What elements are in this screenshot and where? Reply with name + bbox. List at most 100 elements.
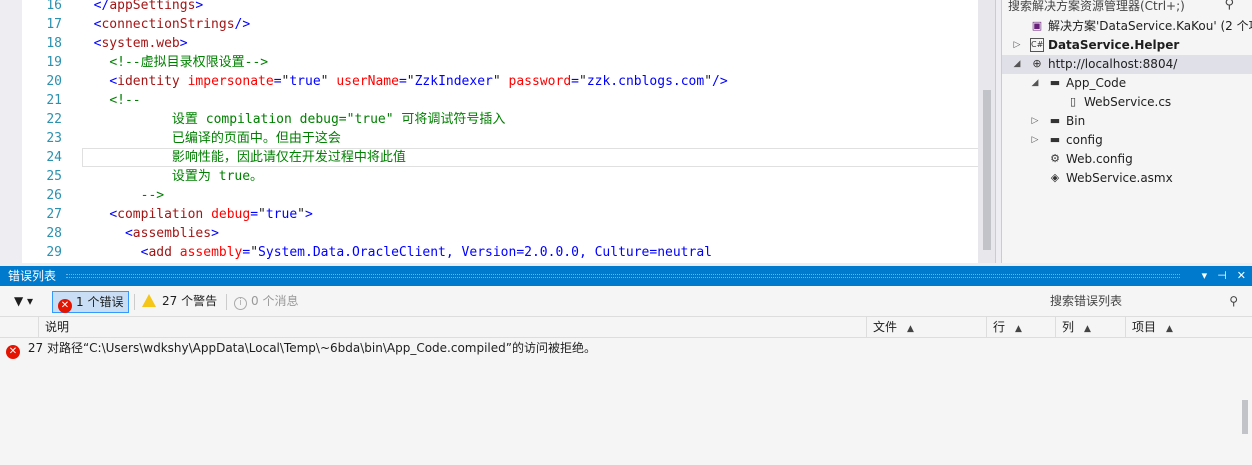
code-line[interactable]: 16 </appSettings> xyxy=(22,0,982,15)
tree-item[interactable]: ◈ WebService.asmx xyxy=(1002,169,1252,188)
line-number: 28 xyxy=(46,226,62,241)
line-number: 24 xyxy=(46,150,62,165)
solution-explorer: 搜索解决方案资源管理器(Ctrl+;) ⚲ ▣ 解决方案'DataService.… xyxy=(1001,0,1252,263)
code-line[interactable]: 24 影响性能，因此请仅在开发过程中将此值 xyxy=(22,148,982,167)
info-icon: i xyxy=(234,297,247,310)
code-line[interactable]: 25 设置为 true。 xyxy=(22,167,982,186)
search-icon[interactable]: ⚲ xyxy=(1229,291,1238,311)
config-file-icon: ⚙ xyxy=(1050,152,1060,165)
error-icon: ✕ xyxy=(6,345,20,359)
tree-item-label: WebService.asmx xyxy=(1066,171,1173,185)
code-editor[interactable]: 16 </appSettings> 17 <connectionStrings/>… xyxy=(0,0,996,263)
expand-arrow-icon[interactable]: ▷ xyxy=(1012,36,1022,55)
code-text: <add assembly="System.Data.OracleClient,… xyxy=(140,245,712,260)
filter-dropdown[interactable]: ▼ ▾ xyxy=(14,291,33,313)
tree-item-label: config xyxy=(1066,133,1103,147)
sort-arrow-icon: ▲ xyxy=(1166,324,1173,334)
line-number: 17 xyxy=(46,17,62,32)
warnings-count-label: 27 个警告 xyxy=(162,294,218,308)
line-number: 22 xyxy=(46,112,62,127)
solution-explorer-search[interactable]: 搜索解决方案资源管理器(Ctrl+;) ⚲ xyxy=(1002,0,1252,17)
sort-arrow-icon: ▲ xyxy=(1015,324,1022,334)
tree-item-label: Web.config xyxy=(1066,152,1133,166)
code-line[interactable]: 18 <system.web> xyxy=(22,34,982,53)
code-line[interactable]: 28 <assemblies> xyxy=(22,224,982,243)
code-text: 设置 compilation debug="true" 可将调试符号插入 xyxy=(78,112,506,127)
code-text: <!-- xyxy=(109,93,141,108)
tree-item[interactable]: ▷ C# DataService.Helper xyxy=(1002,36,1252,55)
messages-toggle-button[interactable]: i 0 个消息 xyxy=(234,291,298,313)
close-icon[interactable]: ✕ xyxy=(1237,266,1246,286)
warning-icon xyxy=(142,294,156,307)
editor-vertical-scrollbar[interactable] xyxy=(978,0,995,263)
column-header-project-label: 项目 xyxy=(1132,320,1157,334)
tree-item-label: DataService.Helper xyxy=(1048,38,1180,52)
editor-scroll-thumb[interactable] xyxy=(983,90,991,250)
window-position-icon[interactable]: ▾ xyxy=(1202,266,1208,286)
folder-icon: ▬ xyxy=(1049,133,1061,146)
error-list-search[interactable]: 搜索错误列表 ⚲ xyxy=(1048,291,1244,313)
tree-item[interactable]: ▷ ▬ config xyxy=(1002,131,1252,150)
search-icon[interactable]: ⚲ xyxy=(1224,0,1234,11)
code-text: 设置为 true。 xyxy=(78,169,264,184)
code-line[interactable]: 29 <add assembly="System.Data.OracleClie… xyxy=(22,243,982,262)
globe-icon: ⊕ xyxy=(1032,57,1042,70)
code-text: <compilation debug="true"> xyxy=(109,207,313,222)
code-line[interactable]: 26 --> xyxy=(22,186,982,205)
collapse-arrow-icon[interactable]: ◢ xyxy=(1030,74,1040,93)
line-number: 16 xyxy=(46,0,62,13)
error-list-title: 错误列表 xyxy=(8,269,57,283)
column-header-column-label: 列 xyxy=(1062,320,1075,334)
code-lines[interactable]: 16 </appSettings> 17 <connectionStrings/>… xyxy=(22,0,982,262)
collapse-arrow-icon[interactable]: ◢ xyxy=(1012,55,1022,74)
code-line[interactable]: 27 <compilation debug="true"> xyxy=(22,205,982,224)
column-header-file-label: 文件 xyxy=(873,320,898,334)
tree-item[interactable]: ▷ ▬ Bin xyxy=(1002,112,1252,131)
code-line[interactable]: 21 <!-- xyxy=(22,91,982,110)
column-header-column[interactable]: 列 ▲ xyxy=(1055,317,1125,338)
asmx-file-icon: ◈ xyxy=(1050,171,1060,184)
code-line[interactable]: 17 <connectionStrings/> xyxy=(22,15,982,34)
expand-arrow-icon[interactable]: ▷ xyxy=(1030,131,1040,150)
toolbar-separator xyxy=(134,294,135,310)
tree-item[interactable]: ⚙ Web.config xyxy=(1002,150,1252,169)
error-list-titlebar[interactable]: 错误列表 ▾ ⊣ ✕ xyxy=(0,266,1252,286)
pin-icon[interactable]: ⊣ xyxy=(1217,266,1227,286)
column-header-description-label: 说明 xyxy=(45,320,70,334)
code-line[interactable]: 20 <identity impersonate="true" userName… xyxy=(22,72,982,91)
tree-item[interactable]: ◢ ⊕ http://localhost:8804/ xyxy=(1002,55,1252,74)
error-number: 27 xyxy=(27,341,44,355)
tree-item-label: http://localhost:8804/ xyxy=(1048,57,1178,71)
line-number: 18 xyxy=(46,36,62,51)
expand-arrow-icon[interactable]: ▷ xyxy=(1030,112,1040,131)
code-line[interactable]: 22 设置 compilation debug="true" 可将调试符号插入 xyxy=(22,110,982,129)
errors-toggle-button[interactable]: ✕ 1 个错误 xyxy=(52,291,130,313)
messages-count-label: 0 个消息 xyxy=(251,294,299,308)
line-number: 19 xyxy=(46,55,62,70)
csharp-project-icon: C# xyxy=(1030,38,1044,52)
error-list-toolbar: ▼ ▾ ✕ 1 个错误 27 个警告 i 0 个消息 搜索错误列表 ⚲ xyxy=(0,286,1252,316)
error-list-search-placeholder: 搜索错误列表 xyxy=(1050,294,1123,308)
code-text: <system.web> xyxy=(93,36,188,51)
cs-file-icon: ▯ xyxy=(1069,95,1077,108)
code-line[interactable]: 19 <!--虚拟目录权限设置--> xyxy=(22,53,982,72)
errors-count-label: 1 个错误 xyxy=(76,295,124,309)
error-row[interactable]: ✕ 27 对路径“C:\Users\wdkshy\AppData\Local\T… xyxy=(0,338,1252,359)
error-list-scrollbar[interactable] xyxy=(1242,400,1248,434)
folder-icon: ▬ xyxy=(1049,114,1061,127)
column-header-description[interactable]: 说明 xyxy=(38,317,866,338)
tree-item[interactable]: ▣ 解决方案'DataService.KaKou' (2 个项目 xyxy=(1002,17,1252,36)
tree-item[interactable]: ◢ ▬ App_Code xyxy=(1002,74,1252,93)
warnings-toggle-button[interactable]: 27 个警告 xyxy=(142,291,217,313)
toolbar-separator xyxy=(226,294,227,310)
folder-icon: ▬ xyxy=(1049,76,1061,89)
column-header-file[interactable]: 文件 ▲ xyxy=(866,317,986,338)
column-header-project[interactable]: 项目 ▲ xyxy=(1125,317,1252,338)
tree-item[interactable]: ▯ WebService.cs xyxy=(1002,93,1252,112)
column-header-line[interactable]: 行 ▲ xyxy=(986,317,1055,338)
code-line[interactable]: 23 已编译的页面中。但由于这会 xyxy=(22,129,982,148)
tree-item-label: Bin xyxy=(1066,114,1086,128)
code-text: <identity impersonate="true" userName="Z… xyxy=(109,74,728,89)
code-text: </appSettings> xyxy=(93,0,204,13)
tree-item-label: App_Code xyxy=(1066,76,1127,90)
